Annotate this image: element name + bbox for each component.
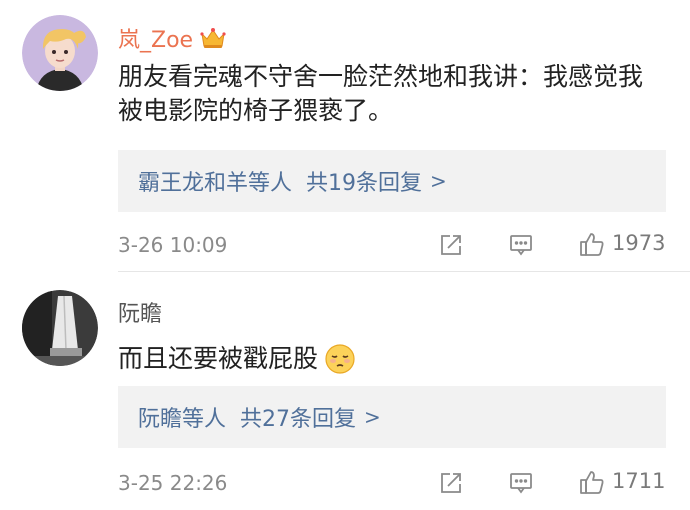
thumbs-up-icon xyxy=(578,468,604,494)
chevron-right-icon: > xyxy=(364,405,381,429)
avatar[interactable] xyxy=(22,290,98,366)
reply-count: 共27条回复 xyxy=(240,407,357,432)
like-button[interactable]: 1711 xyxy=(578,468,665,494)
username-label[interactable]: 岚_Zoe xyxy=(118,22,193,54)
comment-text-body: 而且还要被戳屁股 xyxy=(118,344,319,373)
reply-count: 共19条回复 xyxy=(306,171,423,196)
timestamp: 3-25 22:26 xyxy=(118,471,228,495)
username-label[interactable]: 阮瞻 xyxy=(118,296,162,328)
username[interactable]: 阮瞻 xyxy=(118,296,162,328)
comment-item: 阮瞻 而且还要被戳屁股 阮瞻等人 共27条回复 > 3-25 22:26 171… xyxy=(0,272,690,510)
comment-meta: 3-26 10:09 1973 xyxy=(118,230,666,260)
comment-icon[interactable] xyxy=(508,470,534,496)
replies-link[interactable]: 阮瞻等人 共27条回复 > xyxy=(118,386,666,448)
username[interactable]: 岚_Zoe xyxy=(118,22,227,54)
like-count: 1973 xyxy=(612,231,666,255)
like-button[interactable]: 1973 xyxy=(578,230,665,256)
share-icon[interactable] xyxy=(438,470,464,496)
like-count: 1711 xyxy=(612,469,666,493)
crown-icon xyxy=(199,26,227,50)
reply-users: 阮瞻等人 xyxy=(138,407,227,432)
thumbs-up-icon xyxy=(578,230,604,256)
comment-text: 朋友看完魂不守舍一脸茫然地和我讲：我感觉我被电影院的椅子猥亵了。 xyxy=(118,62,644,125)
disappointed-face-emoji-icon xyxy=(324,343,356,375)
chevron-right-icon: > xyxy=(430,169,447,193)
comment-text: 而且还要被戳屁股 xyxy=(118,342,658,376)
comment-meta: 3-25 22:26 1711 xyxy=(118,468,666,498)
replies-link[interactable]: 霸王龙和羊等人 共19条回复 > xyxy=(118,150,666,212)
timestamp: 3-26 10:09 xyxy=(118,233,228,257)
comment-icon[interactable] xyxy=(508,232,534,258)
comment-item: 岚_Zoe 朋友看完魂不守舍一脸茫然地和我讲：我感觉我被电影院的椅子猥亵了。 霸… xyxy=(0,0,690,272)
share-icon[interactable] xyxy=(438,232,464,258)
avatar[interactable] xyxy=(22,15,98,91)
reply-users: 霸王龙和羊等人 xyxy=(138,171,293,196)
